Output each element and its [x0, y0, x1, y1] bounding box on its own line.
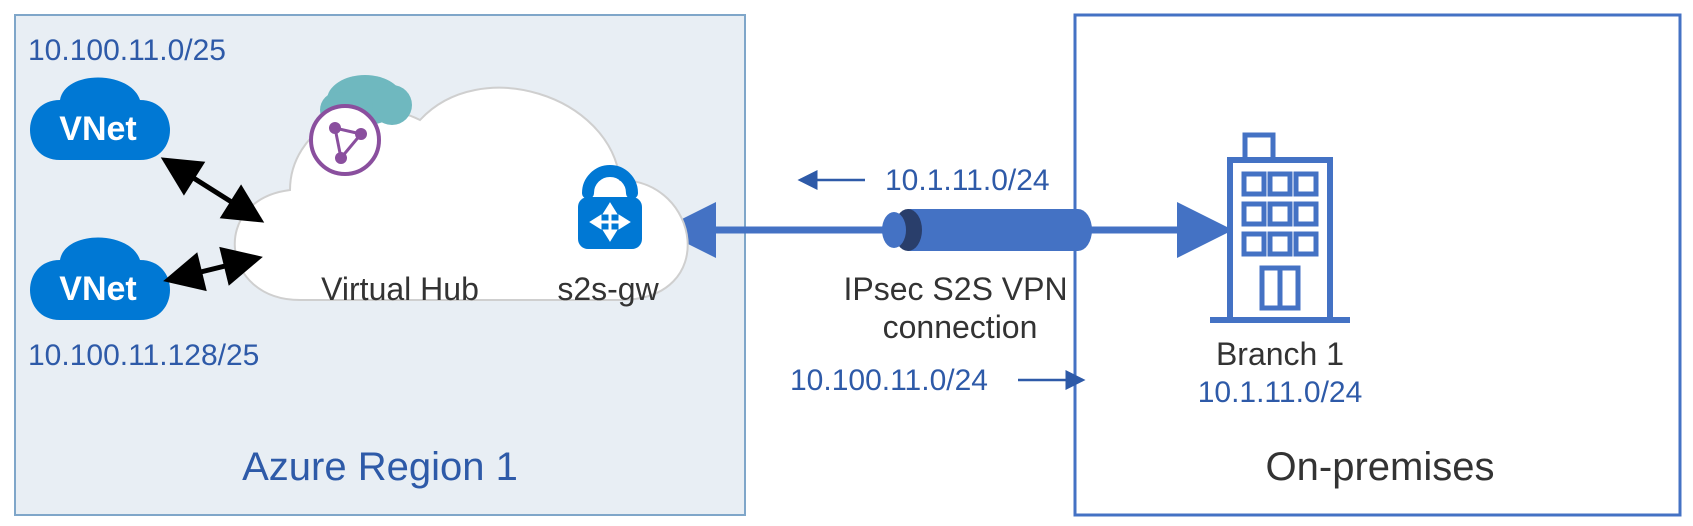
outbound-route: 10.100.11.0/24 — [790, 364, 1083, 397]
vpn-tunnel-icon — [882, 209, 1092, 251]
onprem-region-label: On-premises — [1266, 445, 1495, 489]
onprem-region-box — [1075, 15, 1680, 515]
outbound-cidr: 10.100.11.0/24 — [790, 364, 988, 397]
network-globe-icon — [311, 106, 379, 174]
vnet-top-cidr: 10.100.11.0/25 — [28, 34, 226, 67]
network-diagram: Virtual Hub s2s-gw 10.100.11.0/25 VNet V… — [0, 0, 1693, 526]
branch-building-icon — [1210, 135, 1350, 320]
connection-type: IPsec S2S VPN connection — [844, 271, 1077, 345]
branch-label: Branch 1 — [1216, 336, 1344, 372]
vnet-bottom-cidr: 10.100.11.128/25 — [28, 339, 259, 372]
vnet-top-label: VNet — [59, 110, 136, 148]
branch-cidr: 10.1.11.0/24 — [1198, 376, 1363, 409]
conn-line1: IPsec S2S VPN — [844, 271, 1068, 307]
inbound-route: 10.1.11.0/24 — [800, 164, 1050, 197]
inbound-cidr: 10.1.11.0/24 — [885, 164, 1050, 197]
vnet-bottom-label: VNet — [59, 270, 136, 308]
virtual-hub-label: Virtual Hub — [321, 271, 479, 307]
azure-region-label: Azure Region 1 — [242, 445, 518, 489]
conn-line2: connection — [883, 309, 1038, 345]
gateway-label: s2s-gw — [557, 271, 659, 307]
